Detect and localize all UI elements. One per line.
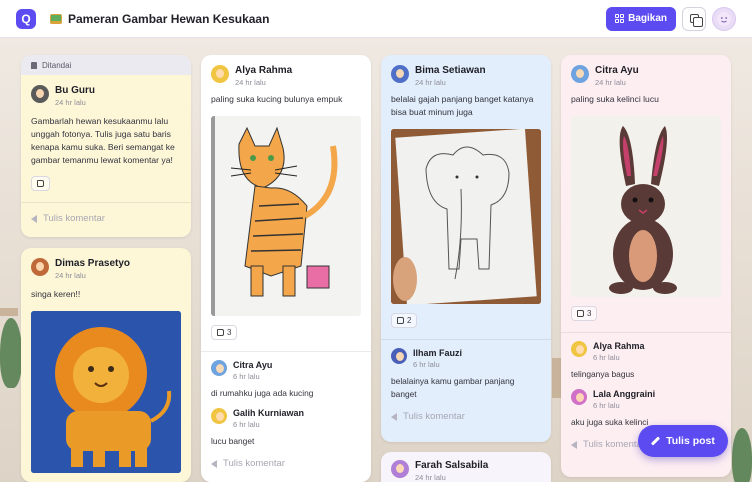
like-button[interactable]: 3 bbox=[571, 306, 598, 321]
avatar bbox=[391, 348, 407, 364]
pencil-icon bbox=[651, 437, 660, 446]
like-button[interactable]: 3 bbox=[211, 325, 238, 340]
comment-input[interactable]: Tulis komentar bbox=[201, 448, 371, 479]
comment-author: Galih Kurniawan bbox=[233, 408, 305, 418]
lion-drawing-image[interactable] bbox=[31, 311, 181, 473]
comment-author: Alya Rahma bbox=[593, 341, 645, 351]
author-name: Farah Salsabila bbox=[415, 460, 489, 471]
comment-text: di rumahku juga ada kucing bbox=[211, 388, 314, 398]
like-count: 2 bbox=[407, 316, 412, 325]
post-text: singa keren!! bbox=[31, 289, 81, 299]
comment-time: 6 hr lalu bbox=[593, 353, 620, 362]
comment-time: 6 hr lalu bbox=[413, 360, 440, 369]
post-card[interactable]: Farah Salsabila 24 hr lalu bbox=[381, 452, 551, 482]
post-card[interactable]: Alya Rahma 24 hr lalu paling suka kucing… bbox=[201, 55, 371, 482]
comment-text: belalainya kamu gambar panjang banget bbox=[391, 376, 515, 399]
copy-icon bbox=[689, 14, 703, 27]
comment-time: 6 hr lalu bbox=[233, 372, 260, 381]
plant-decoration bbox=[732, 428, 752, 482]
avatar bbox=[571, 65, 589, 83]
comment: Lala Anggraini 6 hr lalu aku juga suka k… bbox=[561, 381, 731, 429]
avatar bbox=[391, 65, 409, 83]
post-time: 24 hr lalu bbox=[235, 78, 266, 87]
like-count: 3 bbox=[227, 328, 232, 337]
send-icon bbox=[211, 459, 217, 468]
comment-placeholder: Tulis komentar bbox=[403, 411, 465, 422]
post-text: belalai gajah panjang banget katanya bis… bbox=[391, 94, 534, 117]
comment-text: lucu banget bbox=[211, 436, 255, 446]
post-time: 24 hr lalu bbox=[415, 78, 446, 87]
thumbs-up-icon bbox=[577, 310, 584, 317]
post-text: paling suka kelinci lucu bbox=[571, 94, 659, 104]
like-button[interactable] bbox=[31, 176, 50, 191]
pin-icon bbox=[31, 61, 37, 69]
comment-placeholder: Tulis komentar bbox=[43, 213, 105, 224]
comment-time: 6 hr lalu bbox=[233, 420, 260, 429]
send-icon bbox=[391, 412, 397, 421]
share-button[interactable]: Bagikan bbox=[606, 6, 676, 31]
post-text: Gambarlah hewan kesukaanmu lalu unggah f… bbox=[31, 116, 175, 165]
comment-placeholder: Tulis komentar bbox=[583, 439, 645, 450]
post-card[interactable]: Citra Ayu 24 hr lalu paling suka kelinci… bbox=[561, 55, 731, 477]
post-card[interactable]: Bima Setiawan 24 hr lalu belalai gajah p… bbox=[381, 55, 551, 442]
comment-input[interactable]: Tulis komentar bbox=[381, 401, 551, 432]
post-time: 24 hr lalu bbox=[415, 473, 446, 482]
write-post-button[interactable]: Tulis post bbox=[638, 425, 728, 457]
avatar bbox=[211, 65, 229, 83]
comment-input[interactable]: Tulis komentar bbox=[21, 203, 191, 234]
comment: Citra Ayu 6 hr lalu di rumahku juga ada … bbox=[201, 352, 371, 400]
avatar bbox=[571, 341, 587, 357]
author-name: Bu Guru bbox=[55, 85, 95, 96]
comment-author: Lala Anggraini bbox=[593, 389, 656, 399]
avatar bbox=[571, 389, 587, 405]
avatar bbox=[31, 258, 49, 276]
rabbit-drawing-image[interactable] bbox=[571, 116, 721, 297]
top-bar: Q Pameran Gambar Hewan Kesukaan Bagikan bbox=[0, 0, 752, 38]
avatar bbox=[211, 408, 227, 424]
author-name: Citra Ayu bbox=[595, 65, 639, 76]
user-face-icon bbox=[717, 11, 731, 26]
pinned-indicator: Ditandai bbox=[21, 55, 191, 75]
comment: Galih Kurniawan 6 hr lalu lucu banget bbox=[201, 400, 371, 448]
plant-decoration bbox=[0, 318, 22, 388]
send-icon bbox=[571, 440, 577, 449]
app-logo[interactable]: Q bbox=[16, 8, 36, 29]
pinned-label: Ditandai bbox=[42, 60, 72, 70]
like-count: 3 bbox=[587, 309, 592, 318]
comment-author: Citra Ayu bbox=[233, 360, 273, 370]
qr-grid-icon bbox=[615, 14, 625, 23]
comment: Alya Rahma 6 hr lalu telinganya bagus bbox=[561, 333, 731, 381]
elephant-drawing-image[interactable] bbox=[391, 129, 541, 304]
cat-drawing-image[interactable] bbox=[211, 116, 361, 316]
thumbs-up-icon bbox=[217, 329, 224, 336]
comment-text: telinganya bagus bbox=[571, 369, 635, 379]
comment: Ilham Fauzi 6 hr lalu belalainya kamu ga… bbox=[381, 340, 551, 401]
avatar bbox=[211, 360, 227, 376]
board-title: Pameran Gambar Hewan Kesukaan bbox=[68, 11, 270, 26]
author-name: Dimas Prasetyo bbox=[55, 258, 131, 269]
avatar bbox=[31, 85, 49, 103]
post-time: 24 hr lalu bbox=[55, 98, 86, 107]
avatar bbox=[391, 460, 409, 478]
duplicate-button[interactable] bbox=[682, 6, 706, 31]
like-button[interactable]: 2 bbox=[391, 313, 418, 328]
author-name: Alya Rahma bbox=[235, 65, 293, 76]
comment-author: Ilham Fauzi bbox=[413, 348, 463, 358]
thumbs-up-icon bbox=[37, 180, 44, 187]
board-icon bbox=[50, 13, 62, 24]
send-icon bbox=[31, 214, 37, 223]
shelf bbox=[0, 308, 18, 316]
write-post-label: Tulis post bbox=[666, 435, 715, 447]
author-name: Bima Setiawan bbox=[415, 65, 486, 76]
comment-time: 6 hr lalu bbox=[593, 401, 620, 410]
post-text: paling suka kucing bulunya empuk bbox=[211, 94, 343, 104]
user-avatar[interactable] bbox=[712, 6, 736, 31]
share-button-label: Bagikan bbox=[628, 13, 667, 24]
thumbs-up-icon bbox=[397, 317, 404, 324]
post-card-pinned[interactable]: Ditandai Bu Guru 24 hr lalu Gambarlah he… bbox=[21, 55, 191, 237]
post-card[interactable]: Dimas Prasetyo 24 hr lalu singa keren!! bbox=[21, 248, 191, 482]
post-time: 24 hr lalu bbox=[595, 78, 626, 87]
post-time: 24 hr lalu bbox=[55, 271, 86, 280]
comment-placeholder: Tulis komentar bbox=[223, 458, 285, 469]
